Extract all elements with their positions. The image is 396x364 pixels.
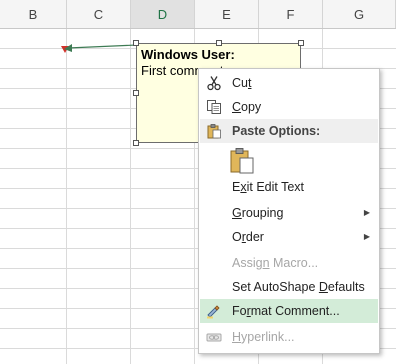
menu-item-assign-macro[interactable]: Assign Macro...: [200, 251, 378, 275]
clipboard-icon: [207, 124, 221, 139]
menu-item-order[interactable]: Order ▶: [200, 225, 378, 249]
submenu-arrow-icon: ▶: [363, 208, 370, 217]
paste-options-header: Paste Options:: [200, 119, 378, 143]
menu-item-copy[interactable]: Copy: [200, 95, 378, 119]
menu-item-format-comment[interactable]: Format Comment...: [200, 299, 378, 323]
column-header-g[interactable]: G: [323, 0, 396, 28]
submenu-arrow-icon: ▶: [363, 232, 370, 241]
paste-button[interactable]: [229, 147, 255, 175]
resize-handle-top-left[interactable]: [133, 40, 139, 46]
column-header-d[interactable]: D: [131, 0, 195, 28]
hyperlink-icon: [206, 333, 222, 342]
resize-handle-top-right[interactable]: [298, 40, 304, 46]
resize-handle-top[interactable]: [216, 40, 222, 46]
column-headers: B C D E F G: [0, 0, 396, 29]
column-header-b[interactable]: B: [0, 0, 67, 28]
resize-handle-left[interactable]: [133, 90, 139, 96]
menu-item-hyperlink[interactable]: Hyperlink...: [200, 325, 378, 349]
copy-icon: [207, 100, 221, 114]
resize-handle-bottom-left[interactable]: [133, 140, 139, 146]
column-header-e[interactable]: E: [195, 0, 259, 28]
clipboard-paste-icon: [230, 148, 254, 174]
context-menu: Cut Copy Paste Options: Exit Edit Text G…: [198, 68, 380, 354]
scissors-icon: [207, 76, 221, 91]
comment-author: Windows User:: [141, 47, 235, 62]
column-header-c[interactable]: C: [67, 0, 131, 28]
menu-item-grouping[interactable]: Grouping ▶: [200, 201, 378, 225]
menu-item-exit-edit-text[interactable]: Exit Edit Text: [200, 175, 378, 199]
menu-item-cut[interactable]: Cut: [200, 71, 378, 95]
format-comment-icon: [207, 305, 220, 319]
column-header-f[interactable]: F: [259, 0, 323, 28]
menu-item-set-autoshape-defaults[interactable]: Set AutoShape Defaults: [200, 275, 378, 299]
spreadsheet: B C D E F G Windows User: First comment …: [0, 0, 396, 364]
